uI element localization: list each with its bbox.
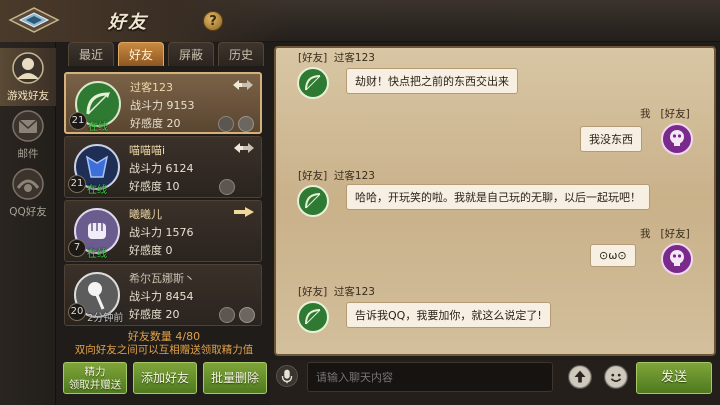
add-friend-button[interactable]: 添加好友 [133,362,197,394]
nav-game-friends[interactable]: 游戏好友 [0,48,56,106]
level-badge: 7 [68,239,86,257]
message-tag: [好友] [660,108,690,120]
tab-blocked[interactable]: 屏蔽 [168,42,214,66]
nav-qq-friends[interactable]: QQ好友 [0,164,56,222]
send-arrow-icon[interactable] [233,206,255,218]
message-header: [好友] 过客123 [298,50,375,65]
upload-arrow-icon[interactable] [568,365,592,389]
message-bubble: 我没东西 [580,126,642,152]
friend-panel: 最近 好友 屏蔽 历史 21 在线 过客123 战斗力 9153 好感度 20 [60,42,268,360]
message-tag: [好友] [660,228,690,240]
bow-avatar-icon[interactable] [296,184,330,218]
level-badge: 20 [68,303,86,321]
qq-icon [12,168,44,200]
claim-button-line1: 精力 [84,366,106,378]
skull-avatar-icon[interactable] [660,122,694,156]
bow-avatar-icon[interactable] [296,66,330,100]
nav-mail[interactable]: 邮件 [0,106,56,164]
combat-power: 战斗力 8454 [129,290,194,303]
send-button[interactable]: 发送 [636,362,712,394]
friend-name: 喵喵喵i [129,144,166,157]
friend-list[interactable]: 21 在线 过客123 战斗力 9153 好感度 20 21 在线 喵喵喵i 战… [64,68,262,326]
combat-power: 战斗力 6124 [129,162,194,175]
message-tag: [好友] [298,286,328,298]
online-status: 在线 [87,249,107,260]
gift-hint: 双向好友之间可以互相赠送领取精力值 [74,344,254,356]
message-bubble: 告诉我QQ，我要加你，就这么说定了! [346,302,551,328]
heart-icon[interactable] [219,179,235,195]
top-bar: 好友 ? [0,0,720,42]
message-sender: 过客123 [333,52,375,64]
friend-name: 希尔瓦娜斯丶 [129,272,195,285]
friend-name: 曦曦儿 [129,208,162,221]
friend-card[interactable]: 20 2分钟前 希尔瓦娜斯丶 战斗力 8454 好感度 20 [64,264,262,326]
combat-power: 战斗力 9153 [130,99,195,112]
level-badge: 21 [68,175,86,193]
help-icon[interactable]: ? [203,11,223,31]
message-bubble: 劫财！快点把之前的东西交出来 [346,68,518,94]
message-bubble: ⊙ω⊙ [590,244,636,267]
emoji-icon[interactable] [604,365,628,389]
nav-label-qq-friends: QQ好友 [9,206,47,218]
exchange-arrows-icon[interactable] [233,142,255,154]
message-sender: 过客123 [333,286,375,298]
message-sender: 我 [640,108,651,120]
favor-level: 好感度 20 [129,308,180,321]
tab-history[interactable]: 历史 [218,42,264,66]
microphone-icon[interactable] [276,365,298,387]
heart-icon[interactable] [218,116,234,132]
back-icon[interactable] [4,4,64,36]
message-header: [好友] 过客123 [298,284,375,299]
message-header: 我 [好友] [640,226,690,241]
level-badge: 21 [69,112,87,130]
friend-card[interactable]: 7 在线 曦曦儿 战斗力 1576 好感度 0 [64,200,262,262]
message-sender: 我 [640,228,651,240]
exchange-arrows-icon[interactable] [232,79,254,91]
nav-label-mail: 邮件 [17,148,39,160]
favor-level: 好感度 0 [129,244,173,257]
heart-icon[interactable] [219,307,235,323]
message-tag: [好友] [298,170,328,182]
chat-panel[interactable]: [好友] 过客123 劫财！快点把之前的东西交出来 我 [好友] 我没东西 [好… [274,46,716,356]
skull-avatar-icon[interactable] [660,242,694,276]
online-status: 在线 [88,122,108,133]
message-tag: [好友] [298,52,328,64]
combat-power: 战斗力 1576 [129,226,194,239]
mail-icon [12,110,44,142]
user-avatar-icon [12,52,44,84]
friend-card[interactable]: 21 在线 过客123 战斗力 9153 好感度 20 [64,72,262,134]
page-title: 好友 [108,12,148,33]
side-nav: 游戏好友 邮件 QQ好友 [0,42,56,405]
friend-name: 过客123 [130,81,173,94]
friend-tabs: 最近 好友 屏蔽 历史 [64,42,264,66]
gift-icon[interactable] [238,116,254,132]
chat-input[interactable] [307,362,553,392]
claim-button-line2: 领取并赠送 [68,379,122,391]
tab-recent[interactable]: 最近 [68,42,114,66]
favor-level: 好感度 20 [130,117,181,130]
message-bubble: 哈哈，开玩笑的啦。我就是自己玩的无聊，以后一起玩吧！ [346,184,650,210]
tab-friends[interactable]: 好友 [118,42,164,66]
nav-label-game-friends: 游戏好友 [7,90,49,102]
message-sender: 过客123 [333,170,375,182]
batch-delete-button[interactable]: 批量删除 [203,362,267,394]
gift-icon[interactable] [239,307,255,323]
claim-and-give-energy-button[interactable]: 精力 领取并赠送 [63,362,127,394]
favor-level: 好感度 10 [129,180,180,193]
last-online: 2分钟前 [87,313,124,324]
message-header: 我 [好友] [640,106,690,121]
message-header: [好友] 过客123 [298,168,375,183]
bow-avatar-icon[interactable] [296,300,330,334]
friend-card[interactable]: 21 在线 喵喵喵i 战斗力 6124 好感度 10 [64,136,262,198]
online-status: 在线 [87,185,107,196]
